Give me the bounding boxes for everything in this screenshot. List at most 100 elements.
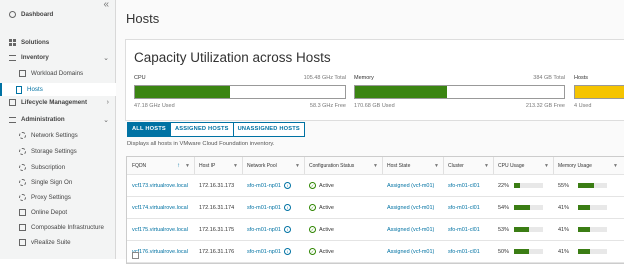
cell-text[interactable]: vcf173.virtualrove.local: [132, 183, 188, 189]
cell-text[interactable]: sfo-m01-cl01: [448, 227, 480, 233]
cell-text: 41%: [558, 204, 570, 211]
host-ip-cell: 172.16.31.175: [199, 219, 234, 240]
table-row[interactable]: vcf174.virtualrove.local 172.16.31.174 sfo…: [127, 197, 624, 219]
column-header-configuration-status[interactable]: Configuration Status ▼: [304, 157, 383, 174]
cell-text[interactable]: vcf174.virtualrove.local: [132, 205, 188, 211]
capacity-card: Capacity Utilization across Hosts CPU 10…: [125, 39, 624, 121]
proxy-settings-icon: [19, 194, 26, 201]
cell-text[interactable]: Assigned (vcf-m01): [387, 227, 434, 233]
chevron-right-icon[interactable]: ›: [107, 99, 109, 106]
cell-text[interactable]: sfo-m01-cl01: [448, 249, 480, 255]
column-header-cluster[interactable]: Cluster ▼: [443, 157, 494, 174]
lifecycle-icon: [9, 99, 16, 106]
cpu-usage-cell: 22%: [498, 175, 544, 196]
tab-unassigned-hosts[interactable]: UNASSIGNED HOSTS: [233, 122, 305, 137]
network-pool-cell[interactable]: sfo-m01-np01 i: [247, 175, 291, 196]
sidebar-item-online-depot[interactable]: Online Depot: [0, 206, 115, 219]
memory-usage-bar: [578, 227, 608, 232]
cell-text[interactable]: Assigned (vcf-m01): [387, 183, 434, 189]
cell-text[interactable]: Assigned (vcf-m01): [387, 205, 434, 211]
filter-icon[interactable]: ▼: [484, 163, 489, 169]
page-description: Displays all hosts in VMware Cloud Found…: [127, 141, 275, 147]
column-header-host-state[interactable]: Host State ▼: [382, 157, 444, 174]
cpu-usage-bar: [514, 205, 544, 210]
column-header-fqdn[interactable]: FQDN ↑ ▼: [127, 157, 195, 174]
info-icon[interactable]: i: [283, 182, 291, 189]
cell-text: Active: [319, 226, 334, 233]
filter-icon[interactable]: ▼: [295, 163, 300, 169]
sidebar-item-dashboard[interactable]: Dashboard: [0, 8, 115, 21]
chevron-down-icon[interactable]: ⌄: [103, 54, 109, 62]
cell-text[interactable]: sfo-m01-np01: [247, 205, 281, 211]
column-header-memory-usage[interactable]: Memory Usage ▼ ▼: [553, 157, 624, 174]
cell-text: 50%: [498, 248, 510, 255]
memory-usage-bar: [578, 183, 608, 188]
table-row[interactable]: vcf173.virtualrove.local 172.16.31.173 sfo…: [127, 175, 624, 197]
cell-text[interactable]: Assigned (vcf-m01): [387, 249, 434, 255]
cell-text[interactable]: sfo-m01-cl01: [448, 183, 480, 189]
tab-all-hosts[interactable]: ALL HOSTS: [127, 122, 171, 137]
column-header-network-pool[interactable]: Network Pool ▼: [242, 157, 305, 174]
sidebar-item-label: Subscription: [31, 164, 66, 171]
fqdn-cell[interactable]: vcf175.virtualrove.local: [132, 219, 188, 240]
info-icon[interactable]: i: [283, 248, 291, 255]
cell-text[interactable]: sfo-m01-np01: [247, 183, 281, 189]
sso-icon: [19, 179, 26, 186]
table-row[interactable]: vcf176.virtualrove.local 172.16.31.176 sfo…: [127, 241, 624, 263]
sidebar-item-network-settings[interactable]: Network Settings: [0, 129, 115, 142]
sidebar-item-storage-settings[interactable]: Storage Settings: [0, 145, 115, 158]
sort-icon[interactable]: ▼: [613, 163, 618, 169]
chevron-down-icon[interactable]: ⌄: [103, 116, 109, 124]
cluster-cell[interactable]: sfo-m01-cl01: [448, 197, 480, 218]
info-icon[interactable]: i: [283, 226, 291, 233]
network-pool-cell[interactable]: sfo-m01-np01 i: [247, 197, 291, 218]
sidebar-item-inventory[interactable]: Inventory ⌄: [0, 51, 115, 64]
column-toggle-icon[interactable]: [132, 252, 139, 259]
sort-icon[interactable]: ▼: [544, 163, 549, 169]
host-state-cell[interactable]: Assigned (vcf-m01): [387, 197, 434, 218]
network-pool-cell[interactable]: sfo-m01-np01 i: [247, 219, 291, 240]
sort-asc-icon[interactable]: ↑: [177, 163, 180, 169]
cpu-label: CPU: [134, 75, 146, 81]
column-header-cpu-usage[interactable]: CPU Usage ▼: [493, 157, 554, 174]
storage-settings-icon: [19, 148, 26, 155]
config-status-cell: ✓ Active: [309, 175, 334, 196]
sidebar-item-proxy-settings[interactable]: Proxy Settings: [0, 191, 115, 204]
fqdn-cell[interactable]: vcf173.virtualrove.local: [132, 175, 188, 196]
sidebar-item-administration[interactable]: Administration ⌄: [0, 113, 115, 126]
usage-bar-fill: [578, 205, 590, 210]
sidebar-item-workload-domains[interactable]: Workload Domains: [0, 67, 115, 80]
tab-assigned-hosts[interactable]: ASSIGNED HOSTS: [170, 122, 234, 137]
sidebar-item-lifecycle-management[interactable]: Lifecycle Management ›: [0, 96, 115, 109]
online-depot-icon: [19, 209, 26, 216]
cell-text: 55%: [558, 182, 570, 189]
sidebar-item-single-sign-on[interactable]: Single Sign On: [0, 176, 115, 189]
cell-text: 53%: [498, 226, 510, 233]
fqdn-cell[interactable]: vcf174.virtualrove.local: [132, 197, 188, 218]
column-header-host-ip[interactable]: Host IP ▼: [194, 157, 243, 174]
cluster-cell[interactable]: sfo-m01-cl01: [448, 175, 480, 196]
workload-domains-icon: [19, 70, 26, 77]
filter-icon[interactable]: ▼: [233, 163, 238, 169]
cell-text[interactable]: vcf175.virtualrove.local: [132, 227, 188, 233]
sidebar-item-hosts[interactable]: Hosts: [0, 83, 117, 96]
table-row[interactable]: vcf175.virtualrove.local 172.16.31.175 sfo…: [127, 219, 624, 241]
column-label: Host State: [387, 162, 411, 169]
cell-text[interactable]: sfo-m01-cl01: [448, 205, 480, 211]
sidebar-item-solutions[interactable]: Solutions: [0, 36, 115, 49]
filter-icon[interactable]: ▼: [434, 163, 439, 169]
host-state-cell[interactable]: Assigned (vcf-m01): [387, 175, 434, 196]
sidebar-item-vrealize-suite[interactable]: vRealize Suite: [0, 236, 115, 249]
sidebar-item-composable-infrastructure[interactable]: Composable Infrastructure: [0, 221, 115, 234]
info-icon[interactable]: i: [283, 204, 291, 211]
cell-text[interactable]: vcf176.virtualrove.local: [132, 249, 188, 255]
cell-text[interactable]: sfo-m01-np01: [247, 227, 281, 233]
filter-icon[interactable]: ▼: [373, 163, 378, 169]
filter-icon[interactable]: ▼: [185, 163, 190, 169]
cluster-cell[interactable]: sfo-m01-cl01: [448, 219, 480, 240]
memory-total: 384 GB Total: [533, 75, 565, 81]
cell-text: 172.16.31.176: [199, 248, 235, 255]
sidebar-item-subscription[interactable]: Subscription: [0, 161, 115, 174]
cell-text[interactable]: sfo-m01-np01: [247, 249, 281, 255]
host-state-cell[interactable]: Assigned (vcf-m01): [387, 219, 434, 240]
